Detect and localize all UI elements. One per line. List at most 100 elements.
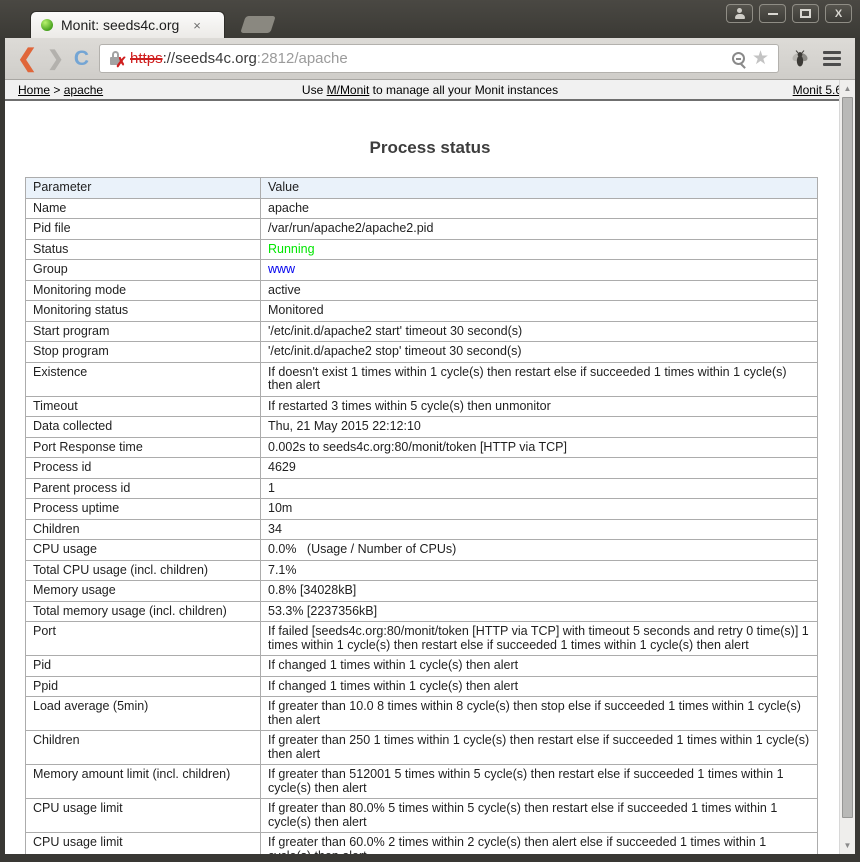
table-row: Start program'/etc/init.d/apache2 start'… [26,321,818,342]
table-row: PpidIf changed 1 times within 1 cycle(s)… [26,676,818,697]
table-row: Pid file/var/run/apache2/apache2.pid [26,219,818,240]
tab-title: Monit: seeds4c.org [61,17,179,33]
scrollbar-thumb[interactable] [842,97,853,818]
value-cell: If greater than 10.0 8 times within 8 cy… [261,697,818,731]
table-row: ExistenceIf doesn't exist 1 times within… [26,362,818,396]
table-row: Stop program'/etc/init.d/apache2 stop' t… [26,342,818,363]
maximize-button[interactable] [792,4,819,23]
table-row: Load average (5min)If greater than 10.0 … [26,697,818,731]
value-cell: 4629 [261,458,818,479]
value-cell[interactable]: www [261,260,818,281]
value-cell: 53.3% [2237356kB] [261,601,818,622]
monit-nav-strip: Home > apache Use M/Monit to manage all … [5,80,855,101]
value-cell: If doesn't exist 1 times within 1 cycle(… [261,362,818,396]
scroll-up-icon[interactable]: ▲ [840,81,855,96]
value-header: Value [261,178,818,199]
table-row: ChildrenIf greater than 250 1 times with… [26,731,818,765]
value-cell: Thu, 21 May 2015 22:12:10 [261,417,818,438]
browser-tab[interactable]: Monit: seeds4c.org × [30,11,225,38]
table-row: CPU usage limitIf greater than 80.0% 5 t… [26,799,818,833]
breadcrumb-separator: > [53,83,60,97]
table-row: Memory amount limit (incl. children)If g… [26,765,818,799]
url-text[interactable]: https://seeds4c.org:2812/apache [130,50,348,67]
mmonit-link[interactable]: M/Monit [327,83,370,97]
url-host: ://seeds4c.org [163,50,257,67]
zoom-out-indicator-icon[interactable] [732,52,745,65]
param-cell: Memory usage [26,581,261,602]
table-row: Memory usage0.8% [34028kB] [26,581,818,602]
value-cell: '/etc/init.d/apache2 start' timeout 30 s… [261,321,818,342]
browser-frame: ❮ ❯ C ✗ https://seeds4c.org:2812/apache … [5,38,855,854]
table-row: Process uptime10m [26,499,818,520]
url-path: :2812/apache [257,50,348,67]
param-cell: Load average (5min) [26,697,261,731]
param-cell: Process uptime [26,499,261,520]
table-row: Nameapache [26,198,818,219]
param-cell: Children [26,519,261,540]
red-cross-icon: ✗ [115,55,127,69]
breadcrumb-apache-link[interactable]: apache [64,83,103,97]
param-cell: Pid file [26,219,261,240]
value-cell: 0.002s to seeds4c.org:80/monit/token [HT… [261,437,818,458]
hamburger-menu-button[interactable] [821,49,843,68]
table-row: Process id4629 [26,458,818,479]
value-cell: active [261,280,818,301]
url-bar[interactable]: ✗ https://seeds4c.org:2812/apache ★ [99,44,779,73]
table-row: PortIf failed [seeds4c.org:80/monit/toke… [26,622,818,656]
value-cell: If changed 1 times within 1 cycle(s) the… [261,656,818,677]
param-cell: Children [26,731,261,765]
table-row: PidIf changed 1 times within 1 cycle(s) … [26,656,818,677]
value-cell: Monitored [261,301,818,322]
firebug-extension-icon[interactable] [789,48,811,70]
scroll-down-icon[interactable]: ▼ [840,838,855,853]
bookmark-star-icon[interactable]: ★ [752,49,769,68]
forward-button[interactable]: ❯ [47,49,64,69]
value-cell: If greater than 512001 5 times within 5 … [261,765,818,799]
minimize-button[interactable] [759,4,786,23]
monit-version-link[interactable]: Monit 5.6 [793,83,842,97]
param-cell: Port [26,622,261,656]
table-row: Monitoring statusMonitored [26,301,818,322]
value-cell: 7.1% [261,560,818,581]
monit-favicon-icon [41,19,53,31]
process-status-table: Parameter Value NameapachePid file/var/r… [25,177,818,854]
param-cell: Stop program [26,342,261,363]
value-cell: If greater than 60.0% 2 times within 2 c… [261,833,818,855]
breadcrumb: Home > apache [18,83,103,97]
param-cell: Monitoring mode [26,280,261,301]
user-account-button[interactable] [726,4,753,23]
vertical-scrollbar[interactable]: ▲ ▼ [839,80,855,854]
page-content: Process status Parameter Value Nameapach… [5,103,855,854]
table-row: Monitoring modeactive [26,280,818,301]
close-icon: X [835,8,842,20]
maximize-icon [800,9,811,18]
tab-close-icon[interactable]: × [193,18,201,33]
param-cell: Group [26,260,261,281]
value-cell: If greater than 80.0% 5 times within 5 c… [261,799,818,833]
param-cell: CPU usage [26,540,261,561]
parameter-header: Parameter [26,178,261,199]
param-cell: Monitoring status [26,301,261,322]
table-row: CPU usage limitIf greater than 60.0% 2 t… [26,833,818,855]
value-cell: 34 [261,519,818,540]
reload-button[interactable]: C [74,47,89,71]
close-button[interactable]: X [825,4,852,23]
back-button[interactable]: ❮ [17,47,37,71]
param-cell: Start program [26,321,261,342]
insecure-lock-icon[interactable]: ✗ [109,51,123,66]
new-tab-button[interactable] [240,16,276,33]
param-cell: Data collected [26,417,261,438]
breadcrumb-home-link[interactable]: Home [18,83,50,97]
param-cell: Timeout [26,396,261,417]
browser-toolbar: ❮ ❯ C ✗ https://seeds4c.org:2812/apache … [5,38,855,80]
param-cell: Name [26,198,261,219]
value-cell: If restarted 3 times within 5 cycle(s) t… [261,396,818,417]
table-row: Total CPU usage (incl. children)7.1% [26,560,818,581]
value-cell: 10m [261,499,818,520]
value-cell: 0.8% [34028kB] [261,581,818,602]
table-row: Parent process id1 [26,478,818,499]
table-row: Children34 [26,519,818,540]
param-cell: Ppid [26,676,261,697]
table-row: Data collectedThu, 21 May 2015 22:12:10 [26,417,818,438]
value-cell: If greater than 250 1 times within 1 cyc… [261,731,818,765]
